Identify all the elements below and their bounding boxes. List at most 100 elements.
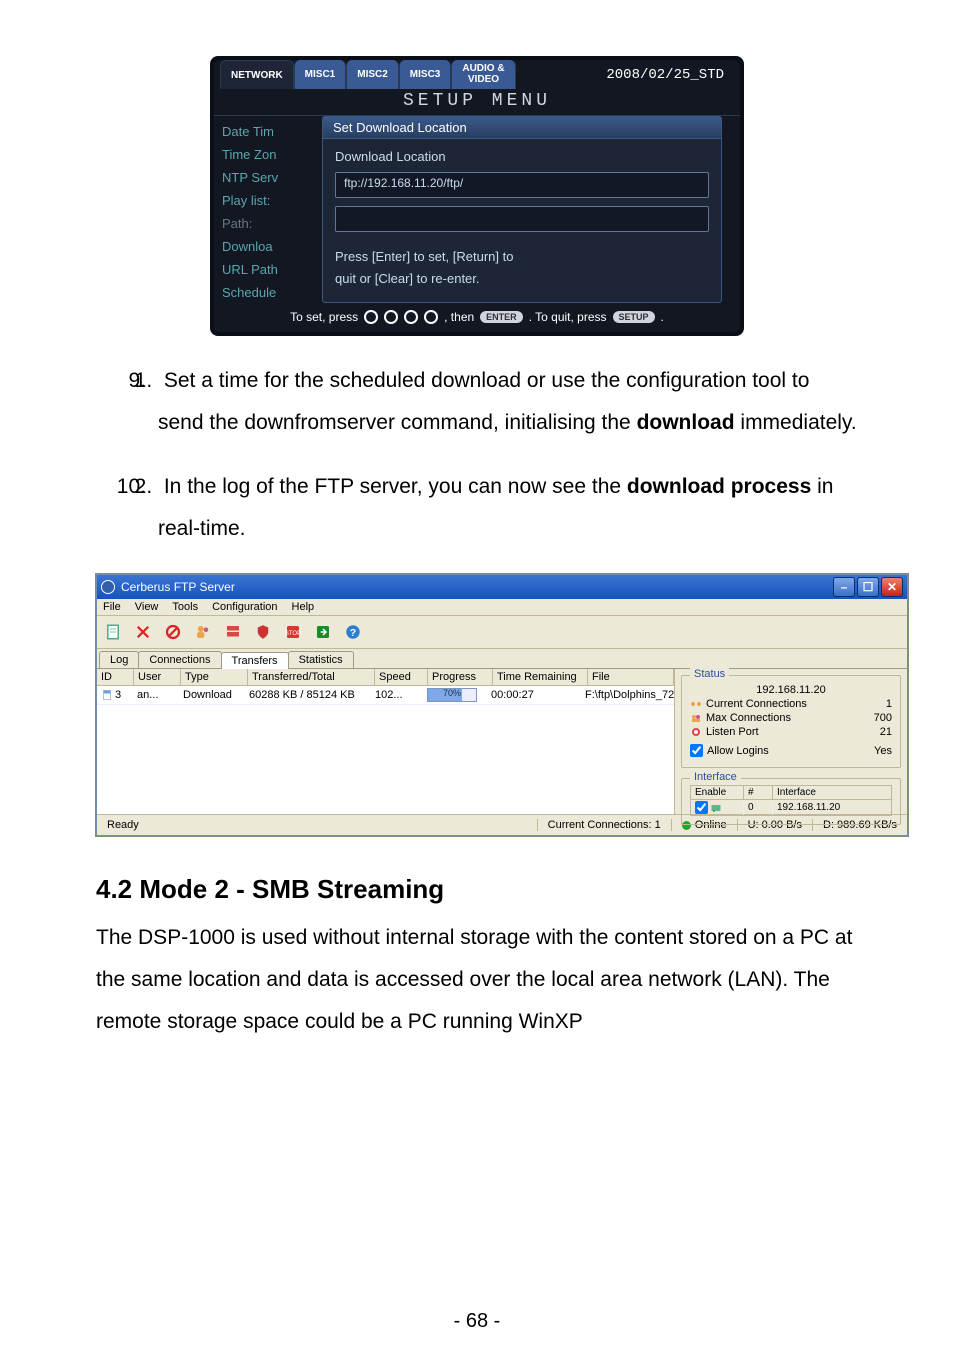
col-id[interactable]: ID	[97, 669, 134, 685]
step-9-number: 9.	[106, 360, 158, 402]
dialog-hint-l2: quit or [Clear] to re-enter.	[335, 271, 480, 286]
tab-connections[interactable]: Connections	[138, 651, 221, 668]
lbl-date-time: Date Tim	[222, 124, 312, 139]
setup-tab-misc2[interactable]: MISC2	[346, 60, 399, 89]
cell-file: F:\ftp\Dolphins_720.wmv	[581, 688, 674, 702]
ifcol-num[interactable]: #	[744, 786, 773, 800]
app-icon	[101, 580, 115, 594]
footer-end: .	[661, 310, 664, 324]
file-icon	[101, 689, 113, 701]
nav-left-icon	[364, 310, 378, 324]
cell-transferred-total: 60288 KB / 85124 KB	[245, 688, 371, 702]
dialog-title: Set Download Location	[323, 117, 721, 139]
status-group: Status 192.168.11.20 Current Connections…	[681, 675, 901, 768]
tab-statistics[interactable]: Statistics	[288, 651, 354, 668]
tab-log[interactable]: Log	[99, 651, 139, 668]
row-allow-value: Yes	[874, 745, 892, 757]
nav-right-icon	[424, 310, 438, 324]
help-icon[interactable]: ?	[341, 620, 365, 644]
step9-bold: download	[637, 411, 735, 434]
cell-user: an...	[133, 688, 179, 702]
cell-progress: 70%	[423, 687, 487, 703]
menu-view[interactable]: View	[135, 601, 159, 613]
ftp-menubar: File View Tools Configuration Help	[97, 599, 907, 616]
lbl-url-path: URL Path	[222, 262, 312, 277]
lbl-ntp: NTP Serv	[222, 170, 312, 185]
document-icon[interactable]	[101, 620, 125, 644]
row-maxconn-label: Max Connections	[706, 712, 791, 724]
users-icon[interactable]	[191, 620, 215, 644]
delete-icon[interactable]	[131, 620, 155, 644]
ftp-toolbar: STOP ?	[97, 616, 907, 649]
col-time-remaining[interactable]: Time Remaining	[493, 669, 588, 685]
setup-tab-misc1[interactable]: MISC1	[294, 60, 347, 89]
status-legend: Status	[690, 668, 729, 680]
network-card-icon	[710, 802, 722, 814]
step9-text-c: immediately.	[735, 411, 857, 434]
step-10: 10. In the log of the FTP server, you ca…	[158, 466, 858, 550]
row-port-value: 21	[880, 726, 892, 738]
footer-pre: To set, press	[290, 310, 358, 324]
ifcol-iface[interactable]: Interface	[773, 786, 891, 800]
stop-icon[interactable]: STOP	[281, 620, 305, 644]
iface-row[interactable]: 0 192.168.11.20	[691, 800, 891, 815]
col-user[interactable]: User	[134, 669, 181, 685]
download-location-input[interactable]: ftp://192.168.11.20/ftp/	[335, 172, 709, 198]
close-button[interactable]: ✕	[881, 577, 903, 597]
block-icon[interactable]	[161, 620, 185, 644]
setup-key-icon: SETUP	[613, 311, 655, 323]
lbl-time-zone: Time Zon	[222, 147, 312, 162]
tab-transfers[interactable]: Transfers	[221, 652, 289, 669]
ftp-server-window: Cerberus FTP Server – ☐ ✕ File View Tool…	[96, 574, 908, 836]
status-connections: Current Connections: 1	[538, 819, 672, 831]
setup-date: 2008/02/25_STD	[596, 60, 734, 89]
section-paragraph: The DSP-1000 is used without internal st…	[96, 917, 858, 1043]
download-location-dialog: Set Download Location Download Location …	[322, 116, 722, 303]
nav-down-icon	[404, 310, 418, 324]
status-ready: Ready	[97, 819, 538, 831]
table-row[interactable]: 3 an... Download 60288 KB / 85124 KB 102…	[97, 686, 674, 705]
col-transferred-total[interactable]: Transferred/Total	[248, 669, 375, 685]
iface-enable-checkbox[interactable]	[695, 801, 708, 814]
security-icon[interactable]	[251, 620, 275, 644]
download-location-input-2[interactable]	[335, 206, 709, 232]
step-10-number: 10.	[106, 466, 158, 508]
row-curconn-value: 1	[886, 698, 892, 710]
setup-tab-network[interactable]: NETWORK	[220, 60, 294, 89]
menu-tools[interactable]: Tools	[172, 601, 198, 613]
cell-id: 3	[97, 688, 133, 702]
lbl-schedule: Schedule	[222, 285, 312, 300]
window-title: Cerberus FTP Server	[121, 580, 235, 594]
minimize-button[interactable]: –	[833, 577, 855, 597]
lbl-playlist: Play list:	[222, 193, 312, 208]
page-number: - 68 -	[0, 1310, 954, 1333]
col-type[interactable]: Type	[181, 669, 248, 685]
cell-id-text: 3	[115, 689, 121, 701]
menu-help[interactable]: Help	[292, 601, 315, 613]
svg-text:STOP: STOP	[285, 631, 301, 637]
enter-key-icon: ENTER	[480, 311, 523, 323]
cell-speed: 102...	[371, 688, 423, 702]
export-icon[interactable]	[311, 620, 335, 644]
nav-up-icon	[384, 310, 398, 324]
server-icon[interactable]	[221, 620, 245, 644]
setup-left-column: Date Tim Time Zon NTP Serv Play list: Pa…	[222, 120, 312, 300]
menu-configuration[interactable]: Configuration	[212, 601, 277, 613]
col-speed[interactable]: Speed	[375, 669, 428, 685]
menu-file[interactable]: File	[103, 601, 121, 613]
interface-group: Interface Enable # Interface 0	[681, 778, 901, 825]
av-line2: VIDEO	[468, 75, 499, 86]
setup-title: SETUP MENU	[214, 89, 740, 116]
setup-tab-audio-video[interactable]: AUDIO & VIDEO	[451, 60, 515, 89]
maximize-button[interactable]: ☐	[857, 577, 879, 597]
col-progress[interactable]: Progress	[428, 669, 493, 685]
col-file[interactable]: File	[588, 669, 674, 685]
ifcol-enable[interactable]: Enable	[691, 786, 744, 800]
allow-logins-checkbox[interactable]	[690, 744, 703, 757]
transfers-grid: ID User Type Transferred/Total Speed Pro…	[97, 669, 675, 814]
ftp-view-tabs: Log Connections Transfers Statistics	[97, 649, 907, 669]
setup-menu-figure: NETWORK MISC1 MISC2 MISC3 AUDIO & VIDEO …	[210, 56, 744, 336]
connections-icon	[690, 698, 702, 710]
ftp-side-panel: Status 192.168.11.20 Current Connections…	[675, 669, 907, 814]
setup-tab-misc3[interactable]: MISC3	[399, 60, 452, 89]
